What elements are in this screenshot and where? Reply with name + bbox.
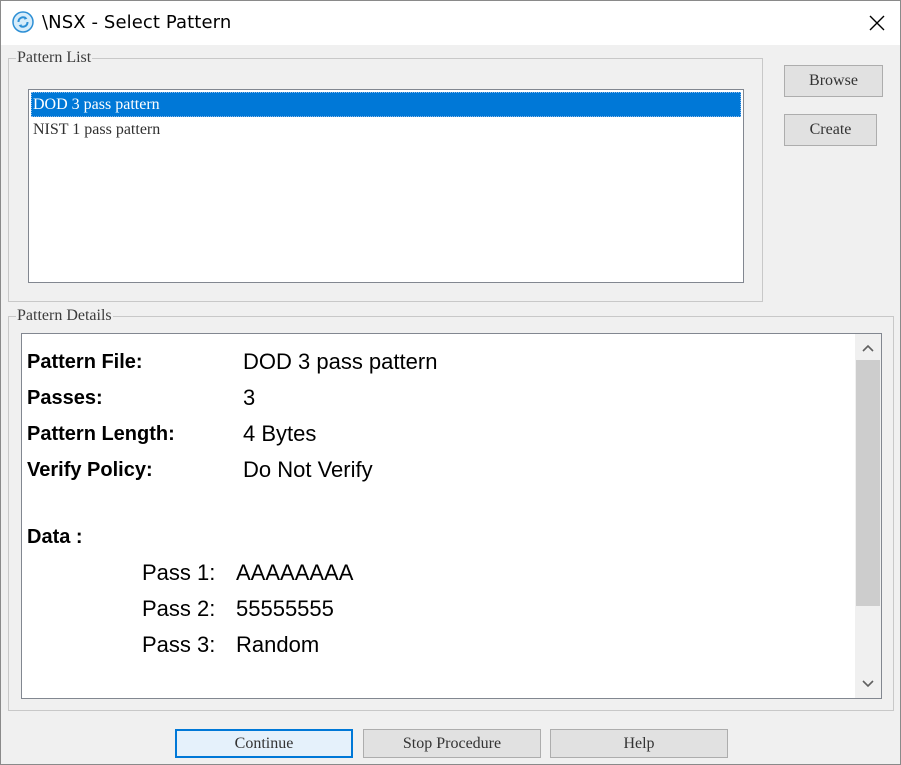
continue-button[interactable]: Continue <box>175 729 353 758</box>
chevron-up-icon <box>862 344 874 352</box>
pass-key: Pass 2: <box>142 596 216 621</box>
detail-value: DOD 3 pass pattern <box>243 349 438 374</box>
detail-value: 4 Bytes <box>243 421 317 446</box>
pattern-listbox[interactable]: DOD 3 pass pattern NIST 1 pass pattern <box>28 89 744 283</box>
pass-value: Random <box>236 632 320 657</box>
detail-key: Pattern Length: <box>27 423 175 445</box>
sync-circle-icon <box>12 11 34 33</box>
pass-value: 55555555 <box>236 596 334 621</box>
create-button[interactable]: Create <box>784 114 877 146</box>
window-title: \NSX - Select Pattern <box>42 12 232 33</box>
detail-value: 3 <box>243 385 256 410</box>
pattern-details-label: Pattern Details <box>16 307 113 324</box>
scroll-up-button[interactable] <box>855 336 881 360</box>
pattern-list-label: Pattern List <box>16 49 93 66</box>
select-pattern-dialog: \NSX - Select Pattern Pattern List DOD 3… <box>0 0 901 765</box>
pass-key: Pass 1: <box>142 560 216 585</box>
pattern-details-panel[interactable]: Pattern File: DOD 3 pass pattern Passes:… <box>21 333 882 699</box>
close-icon <box>869 15 885 31</box>
help-button[interactable]: Help <box>550 729 728 758</box>
pass-row-2: Pass 2: 55555555 <box>142 596 334 622</box>
browse-button[interactable]: Browse <box>784 65 883 97</box>
scroll-down-button[interactable] <box>855 672 881 696</box>
title-bar[interactable]: \NSX - Select Pattern <box>1 1 900 45</box>
vertical-scrollbar[interactable] <box>855 334 881 698</box>
pass-key: Pass 3: <box>142 632 216 657</box>
detail-value: Do Not Verify <box>243 457 373 482</box>
detail-key: Verify Policy: <box>27 459 153 481</box>
data-label: Data : <box>27 526 83 548</box>
close-button[interactable] <box>854 1 900 45</box>
list-item-dod-3-pass[interactable]: DOD 3 pass pattern <box>31 92 741 117</box>
detail-key: Pattern File: <box>27 351 143 373</box>
pass-row-1: Pass 1: AAAAAAAA <box>142 560 353 586</box>
list-item-nist-1-pass[interactable]: NIST 1 pass pattern <box>31 117 741 142</box>
scroll-thumb[interactable] <box>856 360 880 606</box>
pass-row-3: Pass 3: Random <box>142 632 319 658</box>
chevron-down-icon <box>862 680 874 688</box>
stop-procedure-button[interactable]: Stop Procedure <box>363 729 541 758</box>
pass-value: AAAAAAAA <box>236 560 354 585</box>
detail-key: Passes: <box>27 387 103 409</box>
